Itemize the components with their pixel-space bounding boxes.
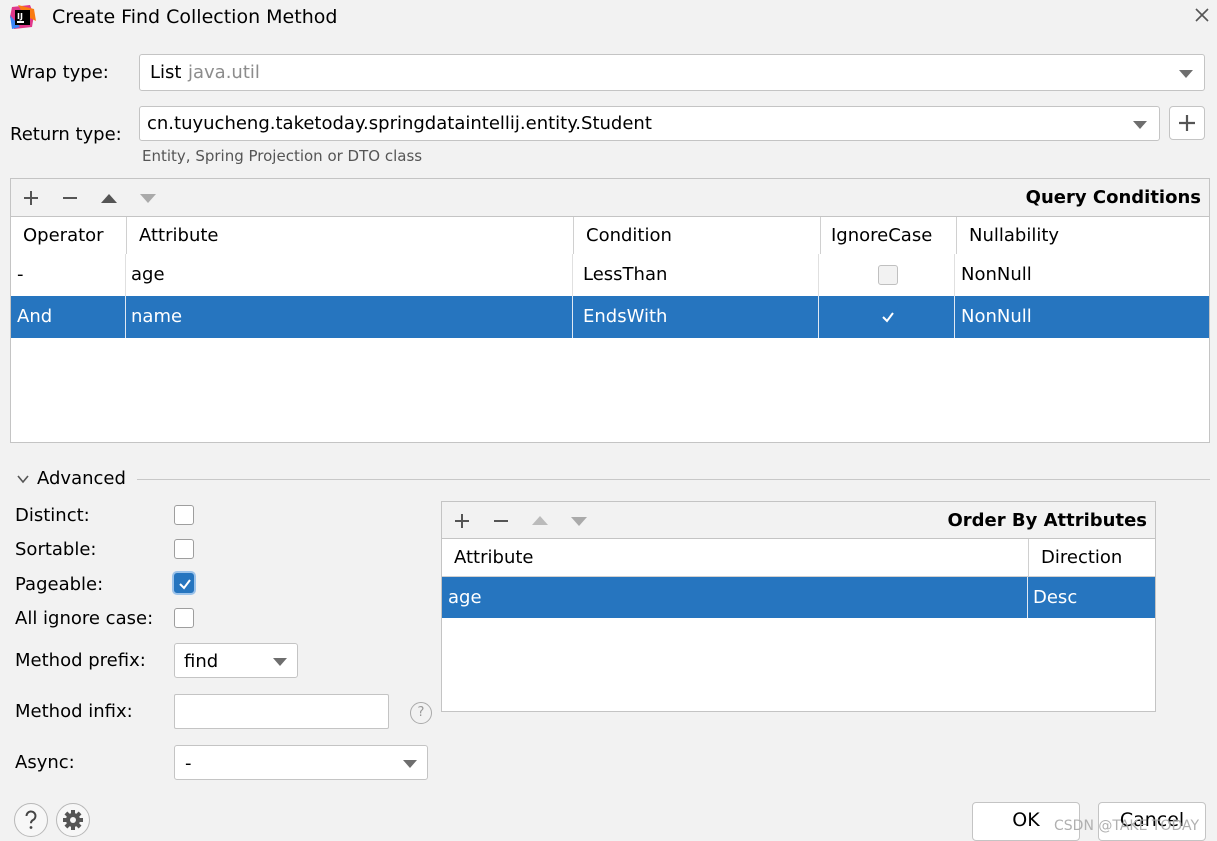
all-ignore-case-label: All ignore case: <box>15 608 154 629</box>
table-row-selected[interactable]: And name EndsWith NonNull <box>11 296 1209 338</box>
pageable-label: Pageable: <box>15 574 104 595</box>
query-conditions-panel: Query Conditions Operator Attribute Cond… <box>10 178 1210 443</box>
move-down-icon[interactable] <box>571 517 587 526</box>
return-type-combo[interactable]: cn.tuyucheng.taketoday.springdataintelli… <box>139 106 1160 141</box>
wrap-type-package: java.util <box>188 62 260 83</box>
advanced-separator <box>137 479 1210 480</box>
return-type-label: Return type: <box>10 124 122 145</box>
method-infix-input[interactable] <box>174 694 389 729</box>
order-by-header: Attribute Direction <box>442 539 1155 577</box>
help-icon[interactable]: ? <box>410 702 432 724</box>
remove-condition-icon[interactable] <box>60 188 80 208</box>
add-return-type-button[interactable] <box>1169 106 1205 140</box>
intellij-app-icon: IJ <box>10 5 36 29</box>
watermark: CSDN @TAKE TODAY <box>1054 818 1200 834</box>
checkmark-icon <box>882 312 894 323</box>
move-up-icon[interactable] <box>101 194 117 203</box>
column-header-direction[interactable]: Direction <box>1029 539 1155 576</box>
column-header-ignorecase[interactable]: IgnoreCase <box>821 217 957 254</box>
ignorecase-checkbox[interactable] <box>878 265 898 285</box>
return-type-hint: Entity, Spring Projection or DTO class <box>142 147 423 165</box>
async-value: - <box>185 753 192 774</box>
column-header-condition[interactable]: Condition <box>574 217 821 254</box>
move-down-icon[interactable] <box>140 194 156 203</box>
ignorecase-cell[interactable] <box>819 296 955 338</box>
chevron-down-icon <box>1179 70 1193 78</box>
chevron-down-icon <box>403 760 417 768</box>
close-icon[interactable] <box>1190 3 1214 27</box>
method-prefix-select[interactable]: find <box>174 643 298 678</box>
settings-button[interactable] <box>56 803 90 837</box>
query-conditions-header: Operator Attribute Condition IgnoreCase … <box>11 217 1209 254</box>
table-row-selected[interactable]: age Desc <box>442 577 1155 618</box>
attribute-cell[interactable]: name <box>126 296 573 338</box>
remove-order-icon[interactable] <box>491 511 511 531</box>
chevron-down-icon <box>273 658 287 666</box>
wrap-type-label: Wrap type: <box>10 62 109 83</box>
condition-cell[interactable]: EndsWith <box>573 296 819 338</box>
attribute-cell[interactable]: age <box>442 577 1028 618</box>
operator-cell[interactable]: - <box>11 254 126 296</box>
question-icon <box>25 810 37 829</box>
operator-cell[interactable]: And <box>11 296 126 338</box>
async-select[interactable]: - <box>174 745 428 780</box>
sortable-label: Sortable: <box>15 539 97 560</box>
condition-cell[interactable]: LessThan <box>573 254 819 296</box>
sortable-checkbox[interactable] <box>174 539 194 559</box>
plus-icon <box>1179 115 1195 131</box>
chevron-down-icon <box>1133 121 1147 129</box>
query-conditions-toolbar: Query Conditions <box>11 179 1209 217</box>
ignorecase-checkbox-checked[interactable] <box>878 307 898 327</box>
advanced-section-toggle[interactable]: Advanced <box>37 468 126 489</box>
async-label: Async: <box>15 752 75 773</box>
window-title: Create Find Collection Method <box>52 6 338 28</box>
distinct-label: Distinct: <box>15 505 90 526</box>
attribute-cell[interactable]: age <box>126 254 573 296</box>
chevron-down-icon[interactable] <box>16 472 30 486</box>
svg-text:IJ: IJ <box>17 12 23 21</box>
distinct-checkbox[interactable] <box>174 505 194 525</box>
column-header-operator[interactable]: Operator <box>11 217 127 254</box>
table-row[interactable]: - age LessThan NonNull <box>11 254 1209 296</box>
order-by-panel: Order By Attributes Attribute Direction … <box>441 501 1156 712</box>
all-ignore-case-checkbox[interactable] <box>174 608 194 628</box>
column-header-nullability[interactable]: Nullability <box>957 217 1209 254</box>
add-condition-icon[interactable] <box>21 188 41 208</box>
column-header-attribute[interactable]: Attribute <box>442 539 1029 576</box>
return-type-value: cn.tuyucheng.taketoday.springdataintelli… <box>147 113 652 134</box>
pageable-checkbox[interactable] <box>174 573 194 593</box>
order-by-toolbar: Order By Attributes <box>442 502 1155 539</box>
method-infix-label: Method infix: <box>15 701 133 722</box>
wrap-type-combo[interactable]: List java.util <box>139 54 1205 91</box>
ignorecase-cell[interactable] <box>819 254 955 296</box>
add-order-icon[interactable] <box>452 511 472 531</box>
order-by-title: Order By Attributes <box>947 510 1147 531</box>
nullability-cell[interactable]: NonNull <box>955 254 1209 296</box>
wrap-type-value: List <box>150 62 182 83</box>
help-button[interactable] <box>14 803 48 837</box>
gear-icon <box>63 810 83 830</box>
method-prefix-value: find <box>184 651 219 672</box>
method-prefix-label: Method prefix: <box>15 650 146 671</box>
nullability-cell[interactable]: NonNull <box>955 296 1209 338</box>
checkmark-icon <box>179 579 191 590</box>
query-conditions-title: Query Conditions <box>1025 187 1201 208</box>
direction-cell[interactable]: Desc <box>1028 577 1155 618</box>
column-header-attribute[interactable]: Attribute <box>127 217 574 254</box>
move-up-icon[interactable] <box>532 516 548 525</box>
